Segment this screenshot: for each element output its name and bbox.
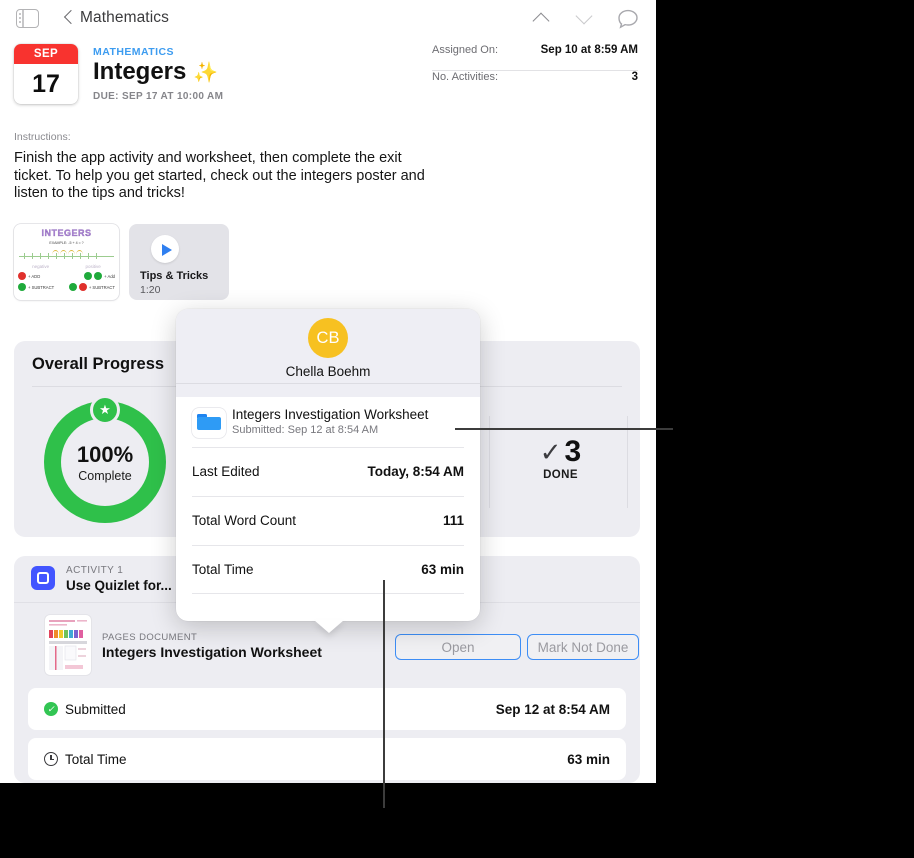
popover-row-key: Last Edited <box>192 464 260 480</box>
divider <box>192 593 464 595</box>
attachment-video[interactable]: Tips & Tricks 1:20 <box>129 224 229 300</box>
due-date-label: DUE: SEP 17 AT 10:00 AM <box>93 91 224 102</box>
popover-row-word-count: Total Word Count 111 <box>176 497 480 545</box>
popover-row-value: 111 <box>442 513 464 529</box>
due-date-month: SEP <box>14 44 78 64</box>
screenshot-root: Mathematics SEP 17 MATHEMATICS Integers … <box>0 0 914 858</box>
progress-percent: 100% <box>76 442 134 467</box>
status-value: Sep 12 at 8:54 AM <box>495 701 610 717</box>
popover-row-key: Total Time <box>192 561 254 577</box>
poster-pill-label: + SUBTRACT <box>88 284 115 290</box>
document-kicker: PAGES DOCUMENT <box>102 632 198 643</box>
mark-not-done-button[interactable]: Mark Not Done <box>527 634 639 660</box>
poster-word-right: positive <box>85 264 101 269</box>
poster-row: + ADD + Add <box>18 272 115 280</box>
popover-file-name: Integers Investigation Worksheet <box>232 407 429 422</box>
toolbar: Mathematics <box>0 0 656 38</box>
play-icon[interactable] <box>151 235 179 263</box>
popover-row-last-edited: Last Edited Today, 8:54 AM <box>176 448 480 496</box>
page-title: Integers ✨ <box>93 58 218 86</box>
meta-key: Assigned On: <box>432 44 499 56</box>
quizlet-icon <box>31 566 55 590</box>
status-row-submitted: ✓ Submitted Sep 12 at 8:54 AM <box>28 688 626 730</box>
back-chevron-icon[interactable] <box>64 10 73 26</box>
stat-value: ✓ 3 <box>494 435 627 468</box>
star-icon: ★ <box>90 395 120 425</box>
student-detail-popover: CB Chella Boehm Integers Investigation W… <box>176 309 480 633</box>
chevron-down-icon[interactable] <box>574 12 594 24</box>
poster-pill: + SUBTRACT <box>68 283 115 291</box>
number-line-graphic <box>14 249 119 263</box>
attachment-poster[interactable]: INTEGERS EXAMPLE: -5 + 4 = ? negative po… <box>14 224 119 300</box>
check-circle-icon: ✓ <box>44 702 58 716</box>
overall-progress-title: Overall Progress <box>32 355 165 373</box>
popover-row-value: 63 min <box>421 561 464 577</box>
meta-row: No. Activities: 3 <box>432 70 638 96</box>
assignment-meta: Assigned On: Sep 10 at 8:59 AM No. Activ… <box>432 44 638 96</box>
progress-complete-label: Complete <box>78 469 132 483</box>
status-label: Submitted <box>65 701 126 717</box>
poster-pill-label: + SUBTRACT <box>28 284 55 290</box>
poster-pill-label: + ADD <box>28 273 41 279</box>
due-date-badge: SEP 17 <box>14 44 78 104</box>
meta-value: Sep 10 at 8:59 AM <box>540 44 638 56</box>
progress-ring: 100% Complete ★ <box>44 395 166 523</box>
popover-header: CB Chella Boehm <box>176 309 480 383</box>
status-left: ✓ Submitted <box>44 702 126 717</box>
status-label: Total Time <box>65 751 127 767</box>
stat-number: 3 <box>564 435 582 468</box>
sparkles-icon: ✨ <box>193 62 218 84</box>
status-row-total-time: Total Time 63 min <box>28 738 626 780</box>
document-thumbnail[interactable] <box>45 615 91 675</box>
poster-pill: + SUBTRACT <box>18 283 54 291</box>
divider <box>627 416 628 508</box>
popover-tail <box>314 620 344 633</box>
stat-label: DONE <box>543 469 578 481</box>
callout-line-horizontal <box>455 428 673 430</box>
popover-row-key: Total Word Count <box>192 513 297 529</box>
divider <box>489 416 490 508</box>
poster-word-left: negative <box>32 264 50 269</box>
assignment-title-text: Integers <box>93 58 187 85</box>
document-name: Integers Investigation Worksheet <box>102 644 322 660</box>
popover-row-total-time: Total Time 63 min <box>176 545 480 593</box>
student-name: Chella Boehm <box>285 364 371 379</box>
status-left: Total Time <box>44 752 127 767</box>
activity-kicker: ACTIVITY 1 <box>66 565 124 576</box>
stat-done: ✓ 3 DONE <box>494 435 627 482</box>
meta-key: No. Activities: <box>432 71 499 83</box>
poster-rows: + ADD + Add + SUBTRACT + SUBTRACT <box>14 272 119 291</box>
popover-row-value: Today, 8:54 AM <box>367 464 464 480</box>
poster-subtitle: EXAMPLE: -5 + 4 = ? <box>49 241 84 245</box>
due-date-day: 17 <box>32 69 60 98</box>
chevron-up-icon[interactable] <box>531 12 551 24</box>
instructions-label: Instructions: <box>14 131 71 143</box>
open-button[interactable]: Open <box>395 634 521 660</box>
callout-line-vertical <box>383 580 385 808</box>
video-duration: 1:20 <box>140 284 161 296</box>
poster-pill: + ADD <box>18 272 40 280</box>
sidebar-toggle-icon[interactable] <box>16 9 39 28</box>
subject-label: MATHEMATICS <box>93 46 174 58</box>
poster-title: INTEGERS <box>41 228 92 238</box>
poster-words: negative positive <box>14 264 119 269</box>
popover-strip <box>176 383 480 397</box>
popover-file-submitted: Submitted: Sep 12 at 8:54 AM <box>232 424 379 436</box>
poster-pill: + Add <box>84 272 115 280</box>
meta-row: Assigned On: Sep 10 at 8:59 AM <box>432 44 638 70</box>
clock-icon <box>44 752 58 766</box>
popover-file-row[interactable]: Integers Investigation Worksheet Submitt… <box>176 397 480 447</box>
video-title: Tips & Tricks <box>140 270 209 282</box>
activity-name: Use Quizlet for... <box>66 578 172 593</box>
poster-pill-label: + Add <box>104 273 115 279</box>
avatar: CB <box>308 318 348 358</box>
meta-value: 3 <box>631 71 638 83</box>
status-value: 63 min <box>567 751 610 767</box>
comment-bubble-icon[interactable] <box>617 9 639 29</box>
instructions-body: Finish the app activity and worksheet, t… <box>14 150 425 201</box>
check-icon: ✓ <box>539 437 562 467</box>
folder-icon <box>192 408 226 438</box>
poster-row: + SUBTRACT + SUBTRACT <box>18 283 115 291</box>
breadcrumb-back-label[interactable]: Mathematics <box>80 9 169 27</box>
